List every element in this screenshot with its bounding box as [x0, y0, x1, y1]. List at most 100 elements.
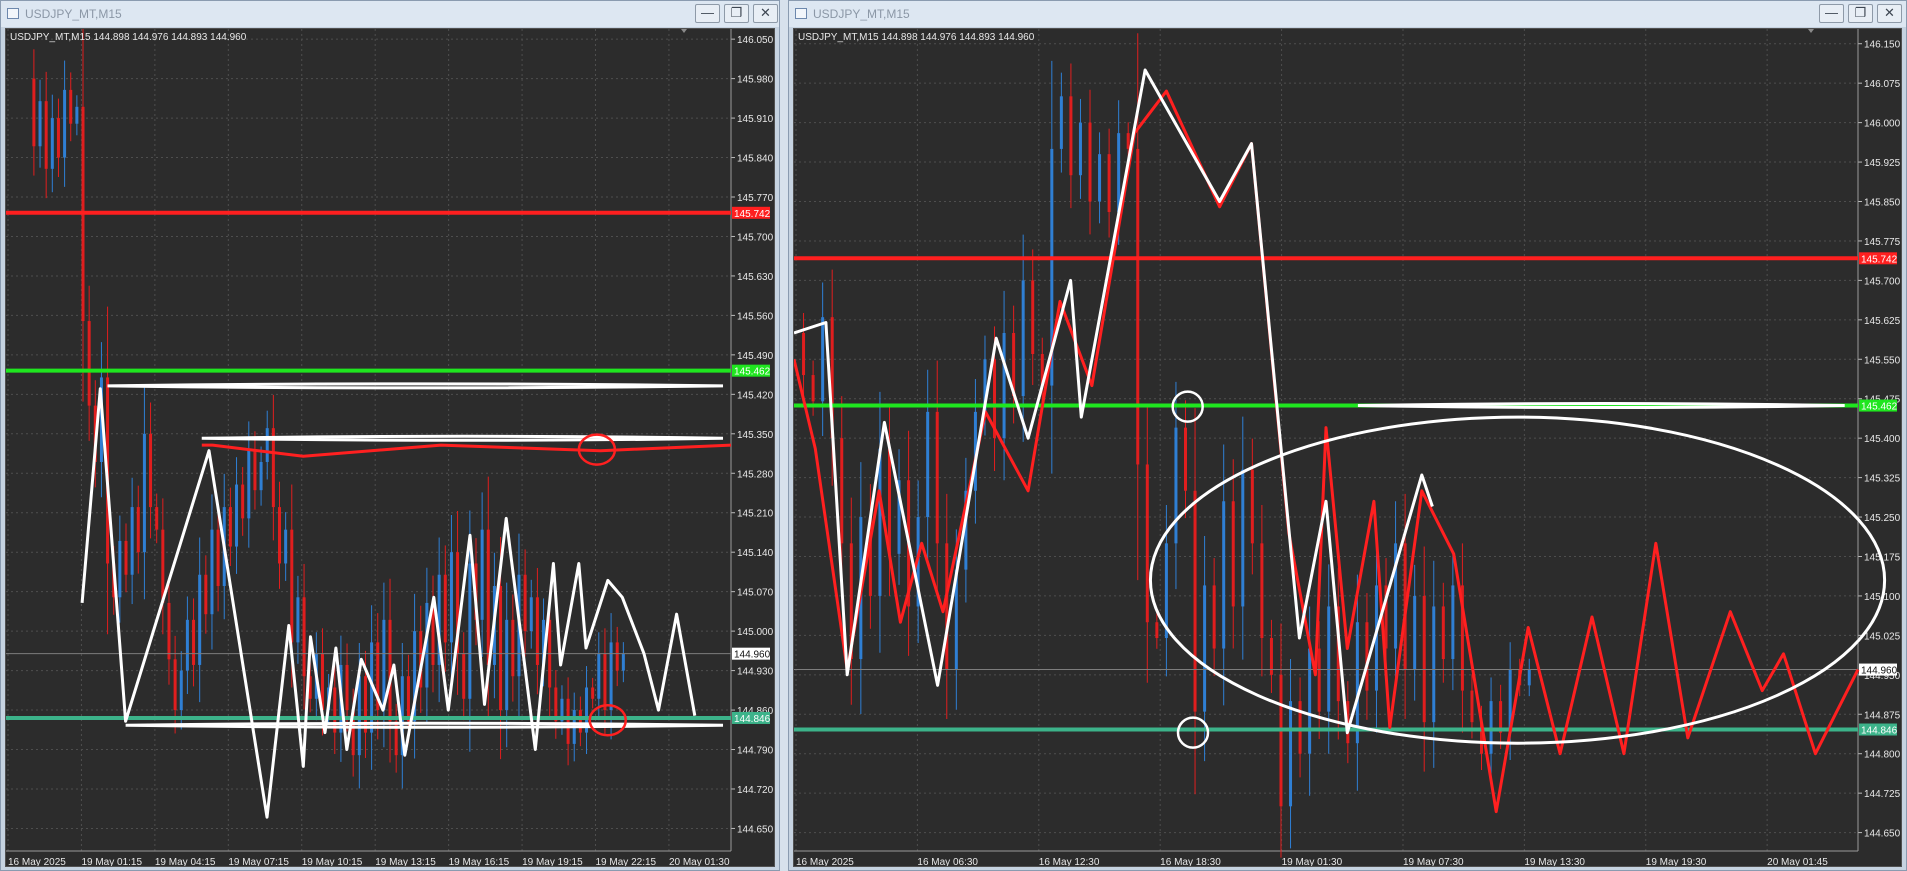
candle-body	[284, 529, 288, 564]
y-tick-label: 145.770	[737, 193, 774, 204]
candle-body	[1155, 622, 1159, 639]
price-chart[interactable]: 146.050 145.980 145.910 145.840 145.770 145.7…	[5, 28, 775, 867]
candle-body	[1241, 469, 1245, 607]
chart-window-left[interactable]: USDJPY_MT,M15 — ❐ ✕ 146.050 145.980 145.91…	[0, 0, 780, 871]
title-bar[interactable]: USDJPY_MT,M15 — ❐ ✕	[1, 1, 779, 27]
candle-body	[155, 507, 159, 530]
restore-button[interactable]: ❐	[724, 4, 749, 23]
minimize-button[interactable]: —	[1819, 4, 1844, 23]
y-tick-label: 145.325	[1864, 474, 1901, 485]
x-tick-label: 19 May 04:15	[155, 857, 216, 867]
y-tick-label: 145.140	[737, 548, 774, 559]
candle-body	[149, 433, 153, 508]
y-tick-label: 144.650	[1864, 829, 1901, 840]
candle-body	[1289, 701, 1293, 807]
candle-body	[802, 332, 806, 376]
restore-button[interactable]: ❐	[1848, 4, 1873, 23]
candle-body	[198, 574, 202, 665]
candle-body	[1432, 606, 1436, 723]
y-tick-label: 144.800	[1864, 750, 1901, 761]
price-level-label: 144.846	[1861, 726, 1898, 737]
candle-body	[591, 687, 595, 699]
symbol-info: USDJPY_MT,M15 144.898 144.976 144.893 14…	[10, 32, 247, 43]
candle-body	[480, 529, 484, 620]
y-tick-label: 144.790	[737, 746, 774, 757]
candle-body	[486, 529, 490, 665]
y-tick-label: 145.840	[737, 154, 774, 165]
y-tick-label: 145.400	[1864, 434, 1901, 445]
drawn-red-zigzag	[201, 443, 732, 458]
candle-body	[87, 321, 91, 406]
x-tick-label: 19 May 19:30	[1646, 857, 1707, 867]
candle-body	[1231, 501, 1235, 607]
chart-window-right[interactable]: USDJPY_MT,M15 — ❐ ✕ 146.150 146.075 146.00…	[788, 0, 1907, 871]
candle-body	[142, 433, 146, 553]
candle-body	[1527, 669, 1531, 686]
candle-body	[535, 597, 539, 665]
candle-body	[1174, 427, 1178, 544]
close-button[interactable]: ✕	[1877, 4, 1902, 23]
candle-body	[1250, 469, 1254, 544]
x-tick-label: 19 May 01:30	[1282, 857, 1343, 867]
drawn-level-band	[107, 382, 724, 390]
candle-body	[1078, 122, 1082, 176]
chart-canvas[interactable]: 146.050 145.980 145.910 145.840 145.770 145.7…	[6, 29, 775, 867]
x-tick-label: 20 May 01:45	[1767, 857, 1828, 867]
candle-body	[1470, 690, 1474, 723]
y-tick-label: 145.560	[737, 311, 774, 322]
x-tick-label: 16 May 2025	[8, 857, 66, 867]
candle-body	[63, 89, 67, 158]
candle-body	[523, 574, 527, 632]
symbol-info: USDJPY_MT,M15 144.898 144.976 144.893 14…	[798, 32, 1035, 43]
y-tick-label: 145.210	[737, 509, 774, 520]
candle-body	[228, 507, 232, 547]
candle-body	[597, 653, 601, 699]
price-chart[interactable]: 146.150 146.075 146.000 145.925 145.850 145.7…	[793, 28, 1902, 867]
candle-body	[1422, 595, 1426, 723]
y-tick-label: 145.550	[1864, 355, 1901, 366]
x-tick-label: 16 May 06:30	[917, 857, 978, 867]
minimize-button[interactable]: —	[695, 4, 720, 23]
candle-body	[130, 507, 134, 575]
candle-body	[462, 653, 466, 699]
chart-shift-marker	[1808, 29, 1814, 33]
x-tick-label: 19 May 13:30	[1524, 857, 1585, 867]
candle-body	[935, 411, 939, 544]
candle-body	[204, 574, 208, 615]
x-tick-label: 19 May 19:15	[522, 857, 583, 867]
candle-body	[136, 507, 140, 553]
candle-body	[505, 619, 509, 711]
candle-body	[1355, 622, 1359, 744]
chart-canvas[interactable]: 146.150 146.075 146.000 145.925 145.850 145.7…	[794, 29, 1902, 867]
candle-body	[1451, 585, 1455, 660]
y-tick-label: 145.490	[737, 351, 774, 362]
current-price-label: 144.960	[734, 650, 771, 661]
candle-body	[192, 619, 196, 665]
candle-body	[511, 619, 515, 677]
candle-body	[38, 101, 42, 147]
candle-body	[1413, 595, 1417, 670]
candle-body	[1193, 490, 1197, 712]
close-button[interactable]: ✕	[753, 4, 778, 23]
x-tick-label: 19 May 07:15	[228, 857, 289, 867]
candle-body	[615, 642, 619, 671]
candle-body	[406, 676, 410, 722]
y-tick-label: 144.930	[737, 667, 774, 678]
candle-body	[247, 450, 251, 519]
candle-body	[499, 586, 503, 711]
candle-body	[278, 507, 282, 564]
candle-body	[1145, 464, 1149, 623]
candle-body	[167, 602, 171, 660]
candle-body	[1317, 648, 1321, 712]
x-tick-label: 19 May 13:15	[375, 857, 436, 867]
candle-body	[1308, 648, 1312, 754]
candle-body	[75, 106, 79, 124]
candle-body	[878, 448, 882, 596]
candle-body	[840, 438, 844, 544]
drawn-white-circle	[1176, 716, 1210, 749]
candle-body	[69, 89, 73, 124]
title-bar[interactable]: USDJPY_MT,M15 — ❐ ✕	[789, 1, 1906, 27]
candle-body	[1002, 332, 1006, 439]
candle-body	[1069, 96, 1073, 176]
candle-body	[1183, 427, 1187, 491]
